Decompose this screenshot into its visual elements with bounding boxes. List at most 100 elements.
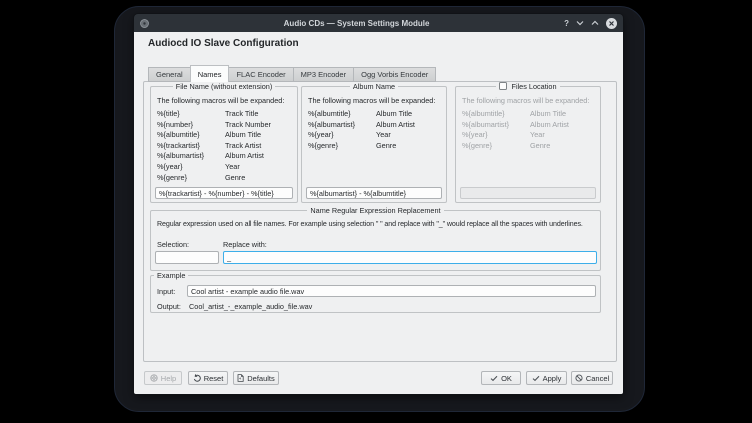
check-icon [490, 375, 498, 382]
help-button[interactable]: Help [144, 371, 182, 385]
example-input[interactable] [187, 285, 596, 297]
macro-key: %{year} [308, 130, 376, 141]
group-album-name-title: Album Name [350, 82, 398, 91]
album-name-macro-list: %{albumtitle}Album Title %{albumartist}A… [308, 109, 444, 151]
macro-value: Year [530, 130, 545, 141]
album-name-macros-intro: The following macros will be expanded: [308, 96, 435, 105]
macro-key: %{genre} [308, 141, 376, 152]
titlebar[interactable]: Audio CDs — System Settings Module ? [134, 14, 623, 32]
macro-key: %{genre} [157, 173, 225, 184]
minimize-button[interactable] [576, 20, 584, 26]
macro-key: %{trackartist} [157, 141, 225, 152]
settings-window: Audio CDs — System Settings Module ? Aud… [134, 14, 623, 394]
macro-key: %{year} [462, 130, 530, 141]
tab-bar: General Names FLAC Encoder MP3 Encoder O… [148, 65, 436, 82]
group-file-name: File Name (without extension) The follow… [150, 86, 298, 203]
circle-slash-icon [575, 374, 583, 382]
window-title: Audio CDs — System Settings Module [149, 19, 564, 28]
macro-value: Genre [225, 173, 245, 184]
group-files-location-title: Files Location [511, 82, 556, 91]
group-regex-title: Name Regular Expression Replacement [307, 206, 443, 215]
group-regex-replacement: Name Regular Expression Replacement Regu… [150, 210, 601, 271]
group-album-name: Album Name The following macros will be … [301, 86, 447, 203]
replace-with-input[interactable] [223, 251, 597, 264]
macro-key: %{year} [157, 162, 225, 173]
cd-disc-icon[interactable] [140, 19, 149, 28]
group-files-location: Files Location The following macros will… [455, 86, 601, 203]
window-content: Audiocd IO Slave Configuration General N… [134, 32, 623, 394]
macro-key: %{title} [157, 109, 225, 120]
selection-label: Selection: [157, 240, 189, 249]
group-file-name-title: File Name (without extension) [173, 82, 276, 91]
reset-button[interactable]: Reset [188, 371, 228, 385]
file-name-pattern-input[interactable] [155, 187, 293, 199]
macro-value: Track Title [225, 109, 258, 120]
macro-row: %{albumartist}Album Artist [462, 120, 598, 131]
album-name-pattern-input[interactable] [306, 187, 442, 199]
macro-value: Album Title [225, 130, 261, 141]
defaults-button[interactable]: Defaults [233, 371, 279, 385]
life-buoy-icon [150, 374, 158, 382]
macro-row: %{genre}Genre [462, 141, 598, 152]
example-output-value: Cool_artist_-_example_audio_file.wav [189, 302, 312, 311]
macro-row: %{genre}Genre [308, 141, 444, 152]
macro-value: Track Artist [225, 141, 261, 152]
tab-general[interactable]: General [148, 67, 191, 82]
apply-button[interactable]: Apply [526, 371, 567, 385]
macro-value: Year [376, 130, 391, 141]
macro-key: %{albumtitle} [462, 109, 530, 120]
macro-key: %{genre} [462, 141, 530, 152]
macro-key: %{albumtitle} [157, 130, 225, 141]
macro-row: %{year}Year [462, 130, 598, 141]
files-location-checkbox[interactable] [499, 82, 507, 90]
files-location-pattern-input [460, 187, 596, 199]
file-name-macro-list: %{title}Track Title %{number}Track Numbe… [157, 109, 295, 183]
example-input-label: Input: [157, 287, 175, 296]
regex-description: Regular expression used on all file name… [157, 220, 583, 228]
macro-row: %{year}Year [308, 130, 444, 141]
selection-input[interactable] [155, 251, 219, 264]
macro-key: %{number} [157, 120, 225, 131]
macro-key: %{albumartist} [308, 120, 376, 131]
macro-value: Year [225, 162, 240, 173]
files-location-macros-intro: The following macros will be expanded: [462, 96, 589, 105]
macro-row: %{albumartist}Album Artist [157, 151, 295, 162]
macro-key: %{albumartist} [157, 151, 225, 162]
macro-key: %{albumartist} [462, 120, 530, 131]
macro-value: Genre [376, 141, 396, 152]
macro-value: Album Title [376, 109, 412, 120]
group-example: Example Input: Output: Cool_artist_-_exa… [150, 275, 601, 313]
macro-value: Album Title [530, 109, 566, 120]
macro-row: %{albumartist}Album Artist [308, 120, 444, 131]
macro-row: %{genre}Genre [157, 173, 295, 184]
maximize-button[interactable] [591, 20, 599, 26]
macro-value: Album Artist [376, 120, 415, 131]
macro-value: Genre [530, 141, 550, 152]
group-example-title: Example [154, 271, 188, 280]
document-revert-icon [237, 374, 244, 382]
macro-value: Track Number [225, 120, 271, 131]
file-name-macros-intro: The following macros will be expanded: [157, 96, 284, 105]
undo-icon [193, 374, 201, 382]
titlebar-help-button[interactable]: ? [564, 19, 569, 28]
macro-row: %{albumtitle}Album Title [462, 109, 598, 120]
ok-button[interactable]: OK [481, 371, 521, 385]
macro-row: %{number}Track Number [157, 120, 295, 131]
macro-row: %{albumtitle}Album Title [157, 130, 295, 141]
tab-names[interactable]: Names [190, 65, 230, 82]
close-button[interactable] [606, 18, 617, 29]
page-title: Audiocd IO Slave Configuration [148, 38, 299, 49]
macro-row: %{title}Track Title [157, 109, 295, 120]
macro-key: %{albumtitle} [308, 109, 376, 120]
tab-mp3-encoder[interactable]: MP3 Encoder [293, 67, 354, 82]
macro-value: Album Artist [225, 151, 264, 162]
macro-row: %{year}Year [157, 162, 295, 173]
files-location-macro-list: %{albumtitle}Album Title %{albumartist}A… [462, 109, 598, 151]
macro-row: %{albumtitle}Album Title [308, 109, 444, 120]
example-output-label: Output: [157, 302, 181, 311]
macro-value: Album Artist [530, 120, 569, 131]
tab-flac-encoder[interactable]: FLAC Encoder [228, 67, 293, 82]
check-icon [532, 375, 540, 382]
cancel-button[interactable]: Cancel [571, 371, 613, 385]
tab-ogg-vorbis-encoder[interactable]: Ogg Vorbis Encoder [353, 67, 436, 82]
